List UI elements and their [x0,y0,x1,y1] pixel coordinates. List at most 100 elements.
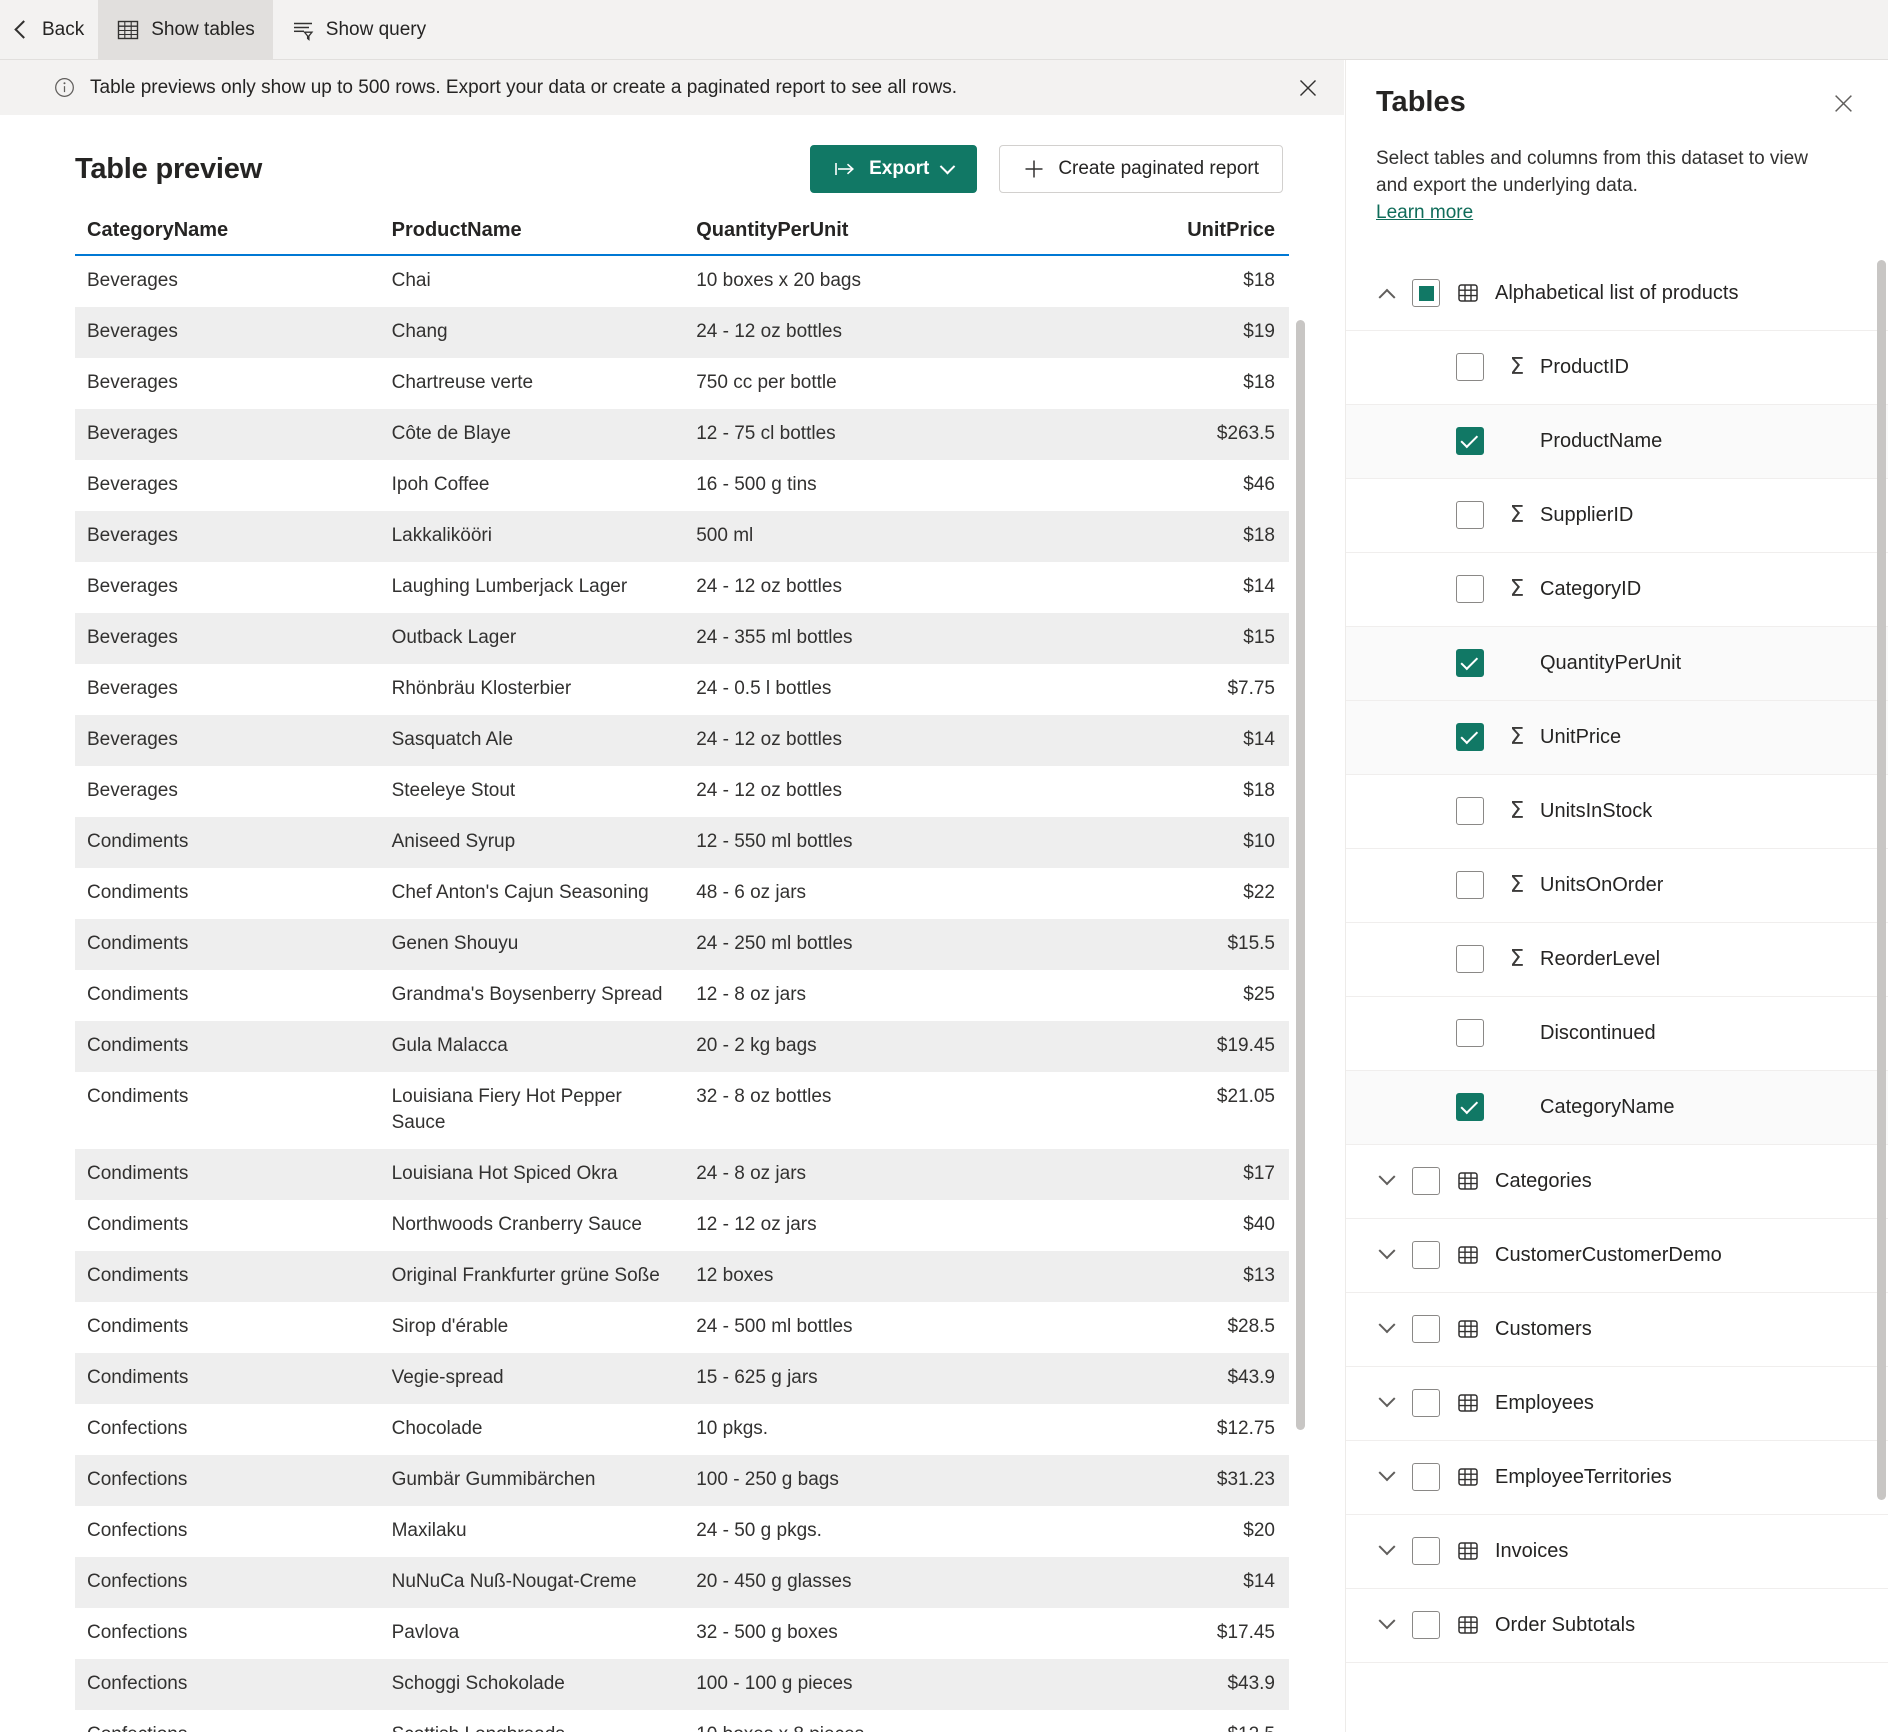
table-cell: 10 boxes x 8 pieces [684,1710,989,1732]
tree-table-employees[interactable]: Employees [1346,1367,1888,1441]
chevron-down-icon[interactable] [1362,1242,1412,1261]
tree-column-supplierid[interactable]: Σ SupplierID [1346,479,1888,553]
table-row: Condiments Sirop d'érable 24 - 500 ml bott… [75,1302,1289,1353]
checkbox-checked[interactable] [1456,649,1484,678]
chevron-down-icon[interactable] [1362,1390,1412,1409]
preview-table-scroll[interactable]: CategoryName ProductName QuantityPerUnit… [75,219,1307,1732]
tree-table-employeeterritories[interactable]: EmployeeTerritories [1346,1441,1888,1515]
tree-table-alphabetical-list-of-products[interactable]: Alphabetical list of products [1346,257,1888,331]
table-cell: Beverages [87,422,178,444]
tree-table-label: Categories [1495,1169,1592,1192]
tables-pane-scrollbar[interactable] [1874,60,1888,1732]
scrollbar-thumb[interactable] [1877,260,1886,1500]
scrollbar-thumb[interactable] [1296,320,1305,1430]
tree-column-categoryname[interactable]: ΣCategoryName [1346,1070,1888,1145]
checkbox-unchecked[interactable] [1456,353,1484,382]
chevron-down-icon[interactable] [1362,1168,1412,1187]
page-title: Table preview [75,152,263,185]
table-cell: Beverages [87,575,178,597]
tree-table-label: CustomerCustomerDemo [1495,1243,1722,1266]
tree-column-categoryid[interactable]: Σ CategoryID [1346,553,1888,627]
table-cell: 24 - 12 oz bottles [696,728,842,750]
create-paginated-report-label: Create paginated report [1058,158,1259,179]
checkbox-checked[interactable] [1456,1093,1484,1122]
checkbox-checked[interactable] [1456,723,1484,752]
column-header-unitprice[interactable]: UnitPrice [988,219,1289,256]
table-row: Beverages Lakkalikööri 500 ml $18 [75,510,1289,562]
column-header-productname[interactable]: ProductName [379,219,685,256]
tree-column-unitsonorder[interactable]: Σ UnitsOnOrder [1346,849,1888,923]
create-paginated-report-button[interactable]: Create paginated report [999,145,1283,193]
tree-column-label: Discontinued [1540,1021,1656,1044]
table-icon [1456,1317,1480,1341]
app-body: Table previews only show up to 500 rows.… [0,60,1888,1732]
tree-column-reorderlevel[interactable]: Σ ReorderLevel [1346,923,1888,997]
table-cell: Chef Anton's Cajun Seasoning [391,881,649,903]
chevron-down-icon[interactable] [1362,1538,1412,1557]
table-row: Beverages Chai 10 boxes x 20 bags $18 [75,255,1289,307]
show-tables-label: Show tables [151,18,255,40]
close-icon[interactable] [1291,71,1325,105]
chevron-down-icon[interactable] [1362,1464,1412,1483]
tree-column-quantityperunit[interactable]: ΣQuantityPerUnit [1346,626,1888,701]
tree-table-invoices[interactable]: Invoices [1346,1515,1888,1589]
sigma-icon: Σ [1509,501,1525,528]
table-cell: 32 - 500 g boxes [696,1622,838,1644]
tree-column-unitsinstock[interactable]: Σ UnitsInStock [1346,775,1888,849]
table-cell: Beverages [87,728,178,750]
checkbox-unchecked[interactable] [1412,1167,1440,1196]
preview-vertical-scrollbar[interactable] [1293,320,1307,1732]
checkbox-unchecked[interactable] [1412,1241,1440,1270]
table-cell: Beverages [87,270,178,291]
checkbox-unchecked[interactable] [1456,945,1484,974]
checkbox-unchecked[interactable] [1456,871,1484,900]
tree-table-customercustomerdemo[interactable]: CustomerCustomerDemo [1346,1219,1888,1293]
table-cell: Chang [391,320,448,342]
checkbox-unchecked[interactable] [1456,797,1484,826]
table-cell: Condiments [87,1214,189,1236]
chevron-down-icon [940,158,956,174]
table-cell: Confections [87,1622,188,1644]
back-button[interactable]: Back [0,0,98,59]
tree-column-discontinued[interactable]: ΣDiscontinued [1346,997,1888,1071]
tree-column-productid[interactable]: Σ ProductID [1346,331,1888,405]
checkbox-unchecked[interactable] [1456,1019,1484,1048]
chevron-down-icon[interactable] [1362,1612,1412,1631]
show-query-tab[interactable]: Show query [273,0,444,59]
preview-panel: Table preview Export Create paginated re… [37,115,1307,1732]
table-cell: 10 boxes x 20 bags [696,270,862,291]
table-cell: 24 - 50 g pkgs. [696,1520,822,1542]
tree-table-label: Order Subtotals [1495,1613,1636,1636]
checkbox-unchecked[interactable] [1412,1537,1440,1566]
chevron-down-icon[interactable] [1362,1316,1412,1335]
learn-more-link[interactable]: Learn more [1376,200,1473,227]
checkbox-unchecked[interactable] [1412,1611,1440,1640]
tree-column-unitprice[interactable]: Σ UnitPrice [1346,700,1888,775]
table-cell: 12 - 8 oz jars [696,983,807,1005]
preview-table-body: Beverages Chai 10 boxes x 20 bags $18 Bevera… [75,255,1289,1732]
checkbox-indeterminate[interactable] [1412,279,1440,308]
checkbox-unchecked[interactable] [1456,575,1484,604]
show-tables-tab[interactable]: Show tables [98,0,273,59]
tree-column-productname[interactable]: ΣProductName [1346,404,1888,479]
back-button-label: Back [42,18,85,40]
table-icon [1456,1391,1480,1415]
column-header-categoryname[interactable]: CategoryName [75,219,380,256]
checkbox-unchecked[interactable] [1456,501,1484,530]
column-header-quantityperunit[interactable]: QuantityPerUnit [684,219,989,256]
checkbox-unchecked[interactable] [1412,1463,1440,1492]
tree-table-order-subtotals[interactable]: Order Subtotals [1346,1589,1888,1663]
table-cell: Lakkalikööri [391,524,492,546]
preview-actions: Export Create paginated report [810,145,1283,193]
chevron-up-icon[interactable] [1362,287,1412,307]
export-button[interactable]: Export [810,145,978,193]
checkbox-unchecked[interactable] [1412,1315,1440,1344]
table-row: ConfectionsScottish Longbreads10 boxes x… [75,1710,1289,1732]
checkbox-checked[interactable] [1456,427,1484,456]
checkbox-unchecked[interactable] [1412,1389,1440,1418]
table-row: Confections Maxilaku 24 - 50 g pkgs. $20 [75,1506,1289,1557]
tree-table-categories[interactable]: Categories [1346,1145,1888,1219]
close-icon[interactable] [1826,86,1860,120]
tree-table-customers[interactable]: Customers [1346,1293,1888,1367]
table-row: Confections Schoggi Schokolade 100 - 100 g… [75,1659,1289,1711]
